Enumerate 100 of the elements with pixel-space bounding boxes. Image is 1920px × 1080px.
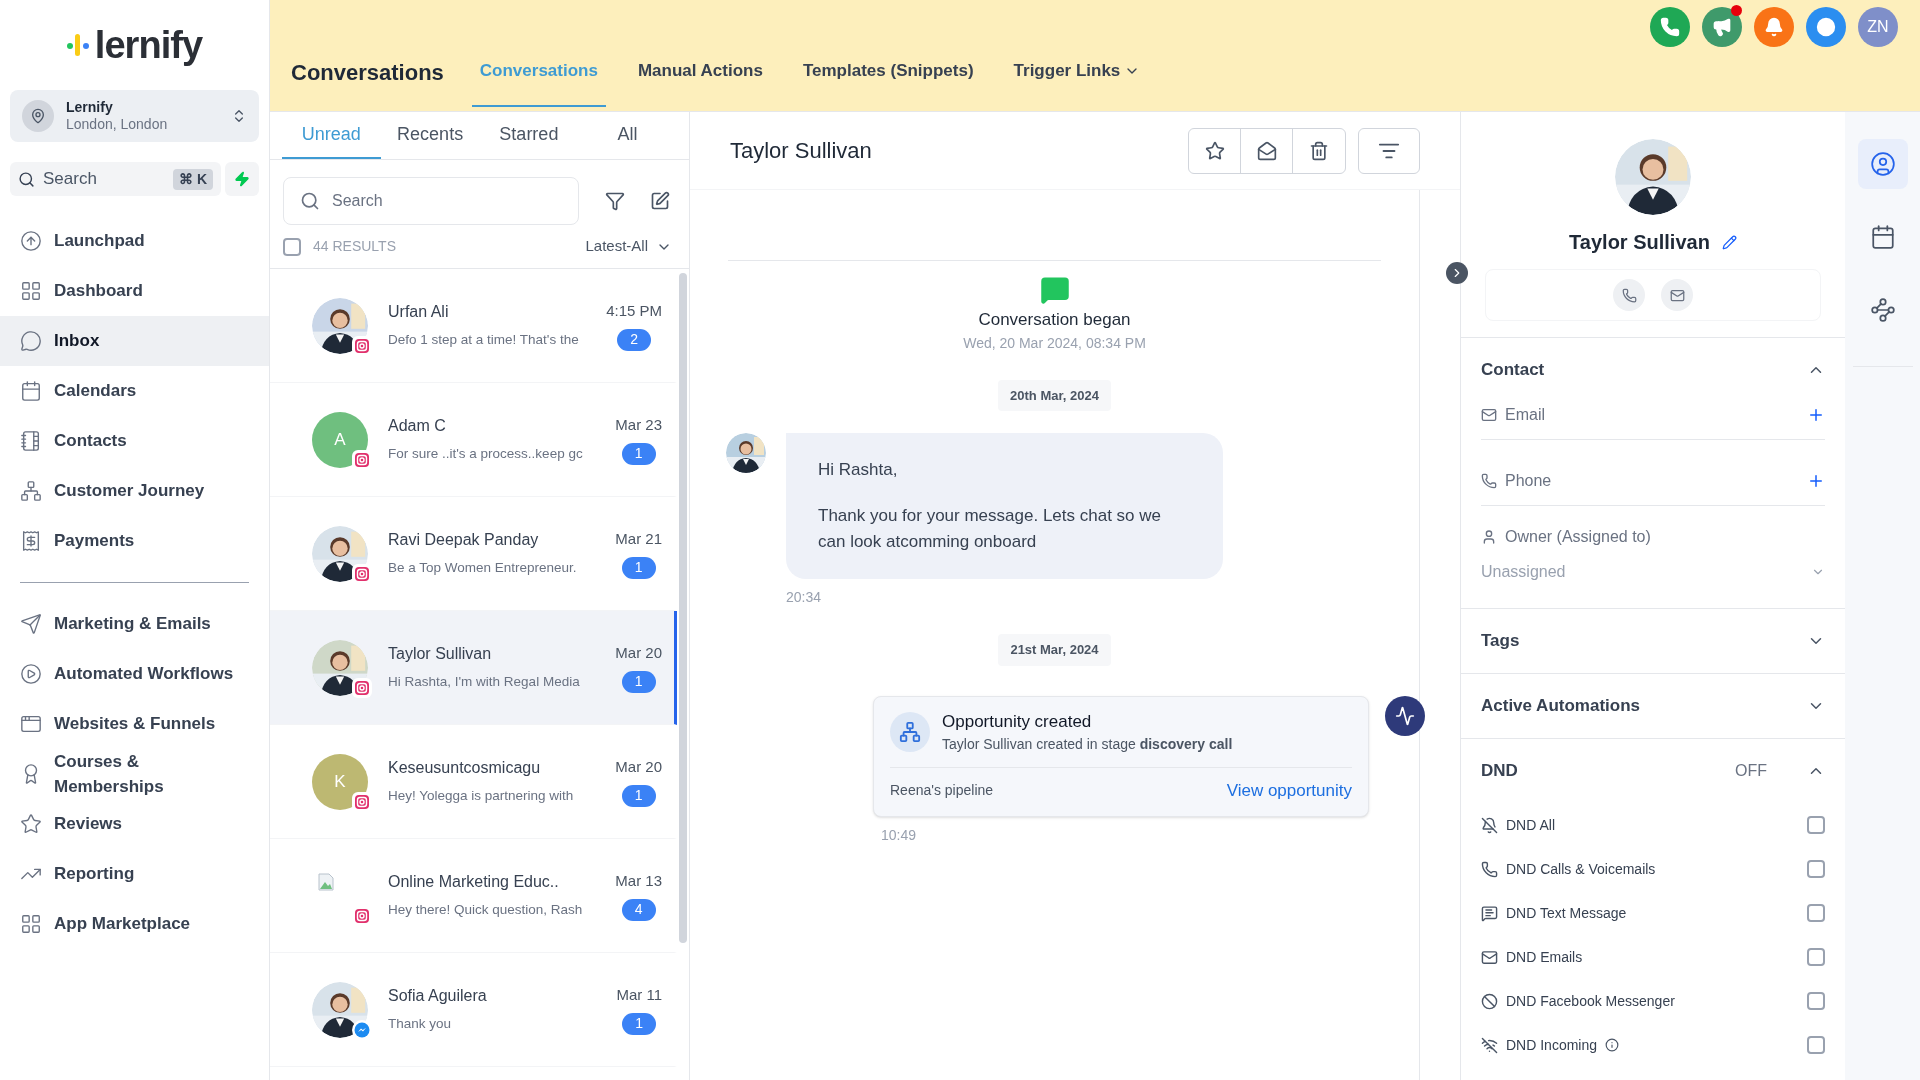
nav-item[interactable]: Automated Workflows bbox=[0, 649, 269, 699]
contact-name: Sofia Aguilera bbox=[388, 986, 488, 1007]
section-header[interactable]: Tags bbox=[1481, 609, 1825, 673]
list-tab[interactable]: Starred bbox=[479, 112, 579, 159]
dnd-checkbox[interactable] bbox=[1807, 948, 1825, 966]
header-tab[interactable]: Templates (Snippets) bbox=[794, 47, 982, 107]
conversation-item[interactable]: K Keseusuntcosmicagu Hey! Yolegga is partnering with Mar 20 1 bbox=[270, 725, 677, 839]
conversation-item[interactable]: Sofia Aguilera Thank you Mar 11 1 bbox=[270, 953, 677, 1067]
message-preview: For sure ..it's a process..keep gc bbox=[388, 445, 584, 464]
conversation-item[interactable]: Taylor Sullivan Hi Rashta, I'm with Regal Media Mar 20 1 bbox=[270, 611, 677, 725]
search-field[interactable]: Search bbox=[283, 177, 579, 225]
nav-item[interactable]: Inbox bbox=[0, 316, 269, 366]
dnd-checkbox[interactable] bbox=[1807, 860, 1825, 878]
messenger-icon bbox=[352, 1019, 372, 1040]
nav-item[interactable]: Courses & Memberships bbox=[0, 749, 269, 799]
section-header[interactable]: DND OFF bbox=[1481, 739, 1825, 803]
nav-item[interactable]: Contacts bbox=[0, 416, 269, 466]
nav-icon bbox=[20, 430, 42, 452]
search-input[interactable]: Search bbox=[332, 189, 562, 213]
announcements-button[interactable] bbox=[1702, 7, 1742, 47]
search-icon bbox=[300, 191, 320, 211]
message-time: Mar 20 bbox=[615, 643, 662, 664]
nav-icon bbox=[20, 713, 42, 735]
contact-name: Taylor Sullivan bbox=[388, 644, 493, 665]
list-tab[interactable]: All bbox=[578, 112, 677, 159]
view-opportunity-link[interactable]: View opportunity bbox=[1226, 778, 1352, 804]
header-tab[interactable]: Trigger Links bbox=[1005, 47, 1149, 107]
email-button[interactable] bbox=[1661, 279, 1693, 311]
scrollbar-thumb[interactable] bbox=[679, 273, 687, 943]
conversation-item[interactable]: Online Marketing Educ.. Hey there! Quick question, Rash Mar 13 4 bbox=[270, 839, 677, 953]
pipeline-icon bbox=[899, 720, 921, 743]
instagram-icon bbox=[352, 335, 372, 356]
unread-count: 2 bbox=[617, 328, 652, 351]
nav-item[interactable]: Calendars bbox=[0, 366, 269, 416]
call-button[interactable] bbox=[1613, 279, 1645, 311]
nav-item[interactable]: Reporting bbox=[0, 849, 269, 899]
quick-action-button[interactable] bbox=[225, 162, 259, 196]
chat-bubble-icon bbox=[1039, 275, 1070, 305]
nav-icon bbox=[20, 813, 42, 835]
account-name: Lernify bbox=[66, 98, 114, 116]
header-tab[interactable]: Manual Actions bbox=[629, 47, 771, 107]
nav-item[interactable]: Websites & Funnels bbox=[0, 699, 269, 749]
broken-image-icon bbox=[316, 871, 336, 892]
date-chip: 20th Mar, 2024 bbox=[998, 379, 1111, 411]
dnd-icon bbox=[1481, 816, 1498, 834]
nav-item[interactable]: Launchpad bbox=[0, 216, 269, 266]
nav-item[interactable]: App Marketplace bbox=[0, 899, 269, 949]
compose-icon bbox=[649, 191, 670, 211]
card-title: Opportunity created bbox=[942, 710, 1093, 733]
user-icon bbox=[1869, 151, 1896, 177]
sort-dropdown[interactable]: Latest-All bbox=[585, 235, 676, 258]
nav-item[interactable]: Marketing & Emails bbox=[0, 599, 269, 649]
conversation-item[interactable]: Urfan Ali Defo 1 step at a time! That's the 4:15 PM 2 bbox=[270, 269, 677, 383]
conversation-item[interactable]: Ravi Deepak Panday Be a Top Women Entrepreneur. Mar 21 1 bbox=[270, 497, 677, 611]
dnd-checkbox[interactable] bbox=[1807, 992, 1825, 1010]
select-all-checkbox[interactable] bbox=[283, 237, 301, 256]
activity-button[interactable] bbox=[1385, 695, 1425, 736]
nav-item[interactable]: Payments bbox=[0, 516, 269, 566]
section-header[interactable]: Contact bbox=[1481, 338, 1825, 402]
message-text: Hi Rashta, bbox=[818, 459, 899, 481]
instagram-icon bbox=[352, 449, 372, 470]
contact-name: Urfan Ali bbox=[388, 302, 450, 323]
help-button[interactable] bbox=[1806, 7, 1846, 47]
dnd-icon bbox=[1481, 948, 1498, 966]
collapse-panel-button[interactable] bbox=[1446, 262, 1468, 284]
notifications-button[interactable] bbox=[1754, 7, 1794, 47]
contact-name: Keseusuntcosmicagu bbox=[388, 758, 542, 779]
instagram-icon bbox=[352, 791, 372, 812]
field-label: Email bbox=[1505, 404, 1546, 425]
nav-item[interactable]: Customer Journey bbox=[0, 466, 269, 516]
nav-icon bbox=[20, 913, 42, 935]
nav-item[interactable]: Reviews bbox=[0, 799, 269, 849]
conversation-item[interactable]: A Adam C For sure ..it's a process..keep gc Mar 23 1 bbox=[270, 383, 677, 497]
message-time: Mar 23 bbox=[615, 415, 662, 436]
dnd-checkbox[interactable] bbox=[1807, 816, 1825, 834]
nav-icon bbox=[20, 330, 42, 352]
dnd-checkbox[interactable] bbox=[1807, 1036, 1825, 1054]
field-label: Phone bbox=[1505, 470, 1553, 491]
nav-icon bbox=[20, 230, 42, 252]
search-icon bbox=[18, 170, 35, 188]
dnd-checkbox[interactable] bbox=[1807, 904, 1825, 922]
dnd-icon bbox=[1481, 992, 1498, 1010]
location-icon bbox=[30, 108, 46, 124]
edit-icon[interactable] bbox=[1721, 234, 1737, 250]
search-field[interactable]: Search ⌘ K bbox=[10, 162, 221, 196]
pipeline-name: Reena's pipeline bbox=[890, 781, 994, 801]
message-preview: Hey there! Quick question, Rash bbox=[388, 901, 584, 920]
list-tab[interactable]: Recents bbox=[380, 112, 480, 159]
nav-item[interactable]: Dashboard bbox=[0, 266, 269, 316]
message-time: 4:15 PM bbox=[606, 301, 662, 322]
search-input[interactable]: Search bbox=[43, 166, 165, 192]
dnd-icon bbox=[1481, 1036, 1498, 1054]
shortcut-hint: ⌘ K bbox=[173, 168, 213, 190]
phone-button[interactable] bbox=[1650, 7, 1690, 47]
panel-tab[interactable] bbox=[1857, 139, 1908, 189]
account-switcher[interactable]: Lernify London, London bbox=[10, 90, 259, 142]
section-header[interactable]: Active Automations bbox=[1481, 674, 1825, 738]
dnd-label: DND Incoming bbox=[1506, 1035, 1598, 1055]
lightning-icon bbox=[234, 171, 250, 187]
contact-name: Online Marketing Educ.. bbox=[388, 872, 560, 893]
